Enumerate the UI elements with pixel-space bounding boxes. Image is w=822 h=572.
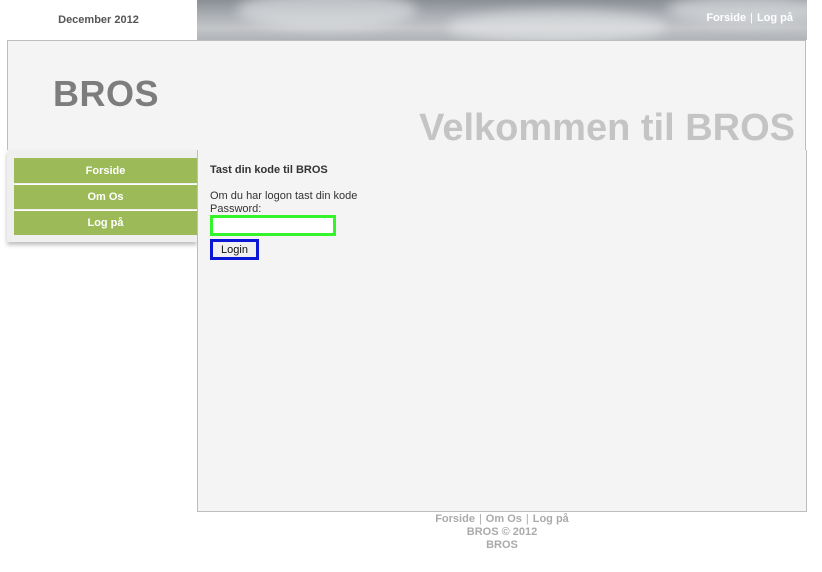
main-content: Tast din kode til BROS Om du har logon t…: [197, 150, 807, 512]
password-input[interactable]: [210, 215, 336, 236]
top-link-forside[interactable]: Forside: [706, 12, 746, 24]
login-title: Tast din kode til BROS: [210, 164, 328, 176]
top-link-log-pa[interactable]: Log på: [757, 12, 793, 24]
footer-link-log-pa[interactable]: Log på: [533, 513, 569, 525]
cloud-shape: [447, 10, 667, 40]
password-label: Password:: [210, 203, 262, 215]
top-link-separator: |: [750, 12, 753, 24]
site-logo[interactable]: BROS: [53, 73, 159, 115]
footer-copyright: BROS © 2012: [466, 526, 538, 538]
cloud-shape: [237, 0, 417, 30]
login-instructions: Om du har logon tast din kode: [210, 190, 358, 202]
footer-separator: |: [525, 513, 529, 525]
date-label: December 2012: [0, 0, 197, 40]
top-nav: Forside | Log på: [706, 12, 793, 24]
footer-link-forside[interactable]: Forside: [435, 513, 475, 525]
sidebar-nav: Forside Om Os Log på: [7, 150, 197, 242]
sidebar-item-om-os[interactable]: Om Os: [14, 184, 197, 209]
login-button[interactable]: Login: [210, 239, 259, 260]
site-header: BROS Velkommen til BROS: [7, 40, 806, 150]
sidebar-item-forside[interactable]: Forside: [14, 158, 197, 183]
header-banner-image: Forside | Log på: [197, 0, 807, 40]
welcome-heading: Velkommen til BROS: [419, 107, 795, 149]
sidebar-item-log-pa[interactable]: Log på: [14, 210, 197, 235]
footer-site-name: BROS: [486, 539, 518, 551]
footer-separator: |: [478, 513, 482, 525]
site-footer: Forside | Om Os | Log på BROS © 2012 BROS: [197, 513, 807, 552]
footer-link-om-os[interactable]: Om Os: [486, 513, 522, 525]
footer-links: Forside | Om Os | Log på: [197, 513, 807, 526]
